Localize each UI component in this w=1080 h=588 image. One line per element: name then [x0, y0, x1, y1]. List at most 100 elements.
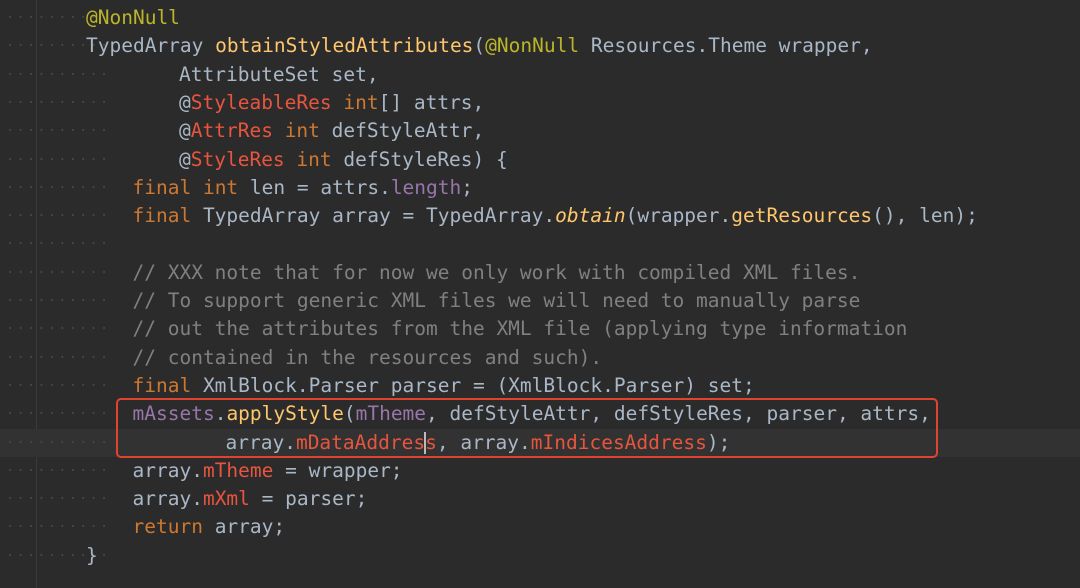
code-token: final	[132, 373, 192, 397]
code-token: , array.	[436, 430, 531, 454]
code-line[interactable]: ·········· final TypedArray array = Typed…	[0, 202, 1080, 230]
code-token: length	[390, 175, 462, 199]
code-token: XmlBlock.Parser parser = (XmlBlock.Parse…	[191, 373, 755, 397]
whitespace-dots: ··········	[6, 151, 111, 168]
code-token: array.	[132, 458, 203, 482]
code-text: array.mXml = parser;	[133, 485, 368, 513]
code-token: TypedArray array = TypedArray.	[191, 204, 556, 228]
code-line[interactable]: ·········· TypedArray obtainStyledAttribu…	[0, 32, 1080, 60]
code-line[interactable]: ·········· final int len = attrs.length;	[0, 174, 1080, 202]
code-token: int	[202, 175, 239, 199]
code-editor[interactable]: ·········· @NonNull ·········· TypedArray o…	[0, 0, 1080, 588]
code-token: (wrapper.	[625, 204, 732, 228]
code-token: = parser;	[249, 487, 368, 511]
code-line[interactable]: ·········· final XmlBlock.Parser parser =…	[0, 372, 1080, 400]
whitespace-dots: ··········	[6, 377, 111, 394]
whitespace-dots: ··········	[6, 236, 111, 253]
code-token: // To support generic XML files we will …	[132, 289, 861, 312]
code-text: final TypedArray array = TypedArray.obta…	[133, 202, 978, 230]
code-token: TypedArray	[86, 34, 216, 58]
code-token: len = attrs.	[238, 175, 391, 199]
code-token: [] attrs,	[378, 90, 485, 114]
code-token: applyStyle	[226, 402, 344, 426]
code-text: mAssets.applyStyle(mTheme, defStyleAttr,…	[133, 400, 931, 428]
code-token: mTheme	[355, 402, 427, 426]
code-token: mXml	[202, 487, 250, 511]
code-line[interactable]: ··········	[0, 230, 1080, 258]
code-line[interactable]: ·········· @NonNull	[0, 4, 1080, 32]
code-token: defStyleRes) {	[331, 147, 508, 171]
code-token: AttributeSet set,	[179, 62, 379, 86]
code-line[interactable]: ·········· @StyleRes int defStyleRes) {	[0, 146, 1080, 174]
whitespace-dots: ··········	[6, 293, 111, 309]
code-line[interactable]: ·········· // To support generic XML file…	[0, 287, 1080, 315]
code-token: defStyleAttr,	[319, 119, 485, 143]
code-token: array.	[225, 430, 296, 454]
code-line[interactable]: ·········· return array;	[0, 513, 1080, 541]
whitespace-dots: ··········	[6, 66, 111, 83]
code-token: final	[132, 175, 192, 199]
whitespace-dots: ··········	[6, 208, 111, 225]
code-line[interactable]: ·········· // out the attributes from the…	[0, 315, 1080, 343]
code-token: @	[179, 90, 191, 114]
code-token: @NonNull	[86, 6, 180, 29]
code-token: return	[132, 515, 203, 539]
code-line[interactable]: ·········· array.mTheme = wrapper;	[0, 457, 1080, 485]
code-text: @AttrRes int defStyleAttr,	[179, 117, 484, 145]
code-token: }	[86, 543, 98, 567]
code-line[interactable]: ·········· array.mXml = parser;	[0, 485, 1080, 513]
code-token: (	[473, 34, 486, 58]
code-token: Resources.Theme wrapper,	[579, 34, 873, 58]
code-token: final	[132, 204, 192, 228]
code-token: // contained in the resources and such).	[132, 345, 603, 369]
code-text: final XmlBlock.Parser parser = (XmlBlock…	[133, 372, 755, 400]
code-line[interactable]: ·········· @AttrRes int defStyleAttr,	[0, 117, 1080, 145]
code-text: AttributeSet set,	[179, 61, 379, 89]
code-text: @NonNull	[86, 4, 180, 32]
code-token: @NonNull	[485, 34, 580, 58]
whitespace-dots: ··········	[6, 519, 111, 536]
code-text: }	[86, 542, 98, 570]
code-token: getResources	[731, 204, 873, 228]
whitespace-dots: ··········	[6, 462, 111, 479]
whitespace-dots: ··········	[6, 321, 111, 338]
code-text: TypedArray obtainStyledAttributes(@NonNu…	[86, 32, 873, 60]
code-token: StyleRes	[190, 147, 285, 171]
code-text: // contained in the resources and such).	[133, 344, 603, 372]
code-line-current[interactable]: ·········· array.mDataAddress, array.mInd…	[0, 428, 1080, 457]
code-text: @StyleRes int defStyleRes) {	[179, 146, 508, 174]
whitespace-dots: ··········	[6, 491, 111, 508]
code-token: , defStyleAttr, defStyleRes, parser, att…	[426, 402, 931, 426]
code-line[interactable]: ··········}	[0, 542, 1080, 570]
code-token: s	[425, 430, 437, 454]
code-line[interactable]: ·········· @StyleableRes int[] attrs,	[0, 89, 1080, 117]
code-token: @	[179, 147, 191, 171]
code-token: mTheme	[202, 458, 274, 482]
code-text: return array;	[133, 513, 286, 541]
code-text: array.mDataAddress, array.mIndicesAddres…	[225, 429, 730, 457]
code-token: (), len);	[872, 204, 978, 228]
code-token: mDataAddres	[295, 430, 426, 454]
whitespace-dots: ··········	[6, 349, 111, 366]
code-token: // XXX note that for now we only work wi…	[132, 260, 861, 284]
whitespace-dots: ··········	[6, 434, 111, 451]
code-token: mIndicesAddress	[530, 430, 707, 454]
code-token: int	[296, 147, 332, 171]
code-token: array.	[132, 487, 203, 511]
code-line[interactable]: ·········· mAssets.applyStyle(mTheme, def…	[0, 400, 1080, 428]
code-line[interactable]: ·········· AttributeSet set,	[0, 61, 1080, 89]
whitespace-dots: ··········	[6, 179, 111, 196]
code-line[interactable]: ·········· // contained in the resources …	[0, 344, 1080, 372]
whitespace-dots: ··········	[6, 94, 111, 111]
code-token: .	[214, 402, 227, 426]
code-token: int	[284, 119, 320, 143]
code-token: (	[343, 402, 356, 426]
whitespace-dots: ··········	[6, 123, 111, 140]
code-token: obtainStyledAttributes	[215, 34, 474, 58]
code-text: final int len = attrs.length;	[133, 174, 474, 202]
code-token: @	[179, 119, 191, 143]
code-line[interactable]: ·········· // XXX note that for now we on…	[0, 259, 1080, 287]
